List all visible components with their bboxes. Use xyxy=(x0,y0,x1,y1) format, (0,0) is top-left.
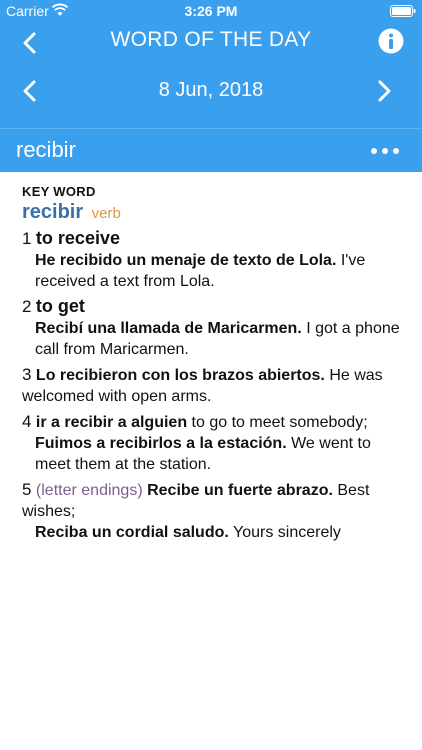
part-of-speech: verb xyxy=(91,205,121,222)
sense-1: 1 to receive He recibido un menaje de te… xyxy=(22,228,402,292)
info-icon[interactable] xyxy=(378,28,404,54)
sense-number: 4 xyxy=(22,412,32,431)
example-spanish: Reciba un cordial saludo. xyxy=(35,524,229,541)
sense-gloss: to get xyxy=(35,296,85,316)
sense-number: 1 xyxy=(22,229,32,248)
navigation-bar: WORD OF THE DAY xyxy=(0,22,422,62)
word-title: recibir xyxy=(16,137,76,162)
example-english: Yours sincerely xyxy=(232,524,341,541)
usage-note: (letter endings) xyxy=(35,482,143,499)
word-bar: recibir xyxy=(0,128,422,172)
status-bar: Carrier 3:26 PM xyxy=(0,0,422,22)
back-chevron-icon[interactable] xyxy=(20,32,40,54)
example: Recibí una llamada de Maricarmen. I got … xyxy=(22,318,402,360)
example-spanish: Fuimos a recibirlos a la estación. xyxy=(35,435,287,452)
sense-number: 5 xyxy=(22,480,32,499)
example: Reciba un cordial saludo. Yours sincerel… xyxy=(22,522,402,543)
battery-icon xyxy=(390,5,416,17)
example: Fuimos a recibirlos a la estación. We we… xyxy=(22,433,402,475)
page-title: WORD OF THE DAY xyxy=(110,28,312,51)
sense-gloss: to receive xyxy=(35,228,120,248)
date-label: 8 Jun, 2018 xyxy=(158,79,264,101)
example: He recibido un menaje de texto de Lola. … xyxy=(22,250,402,292)
next-day-chevron-icon[interactable] xyxy=(374,80,394,102)
more-options-icon[interactable] xyxy=(370,147,400,155)
sense-number: 3 xyxy=(22,365,32,384)
sense-2: 2 to get Recibí una llamada de Maricarme… xyxy=(22,296,402,360)
sense-number: 2 xyxy=(22,297,32,316)
keyword-label: KEY WORD xyxy=(22,184,96,199)
status-time: 3:26 PM xyxy=(184,3,238,19)
date-selector: 8 Jun, 2018 xyxy=(0,72,422,112)
headword: recibir xyxy=(22,201,84,223)
headword-row: recibir verb xyxy=(22,201,402,224)
sense-4: 4 ir a recibir a alguien to go to meet s… xyxy=(22,411,402,475)
previous-day-chevron-icon[interactable] xyxy=(20,80,40,102)
example-spanish: Lo recibieron con los brazos abiertos. xyxy=(35,367,325,384)
example-spanish: Recibí una llamada de Maricarmen. xyxy=(35,320,302,337)
entry-content: KEY WORD recibir verb 1 to receive He re… xyxy=(22,184,402,543)
phrase-english: to go to meet somebody; xyxy=(191,414,368,431)
sense-3: 3 Lo recibieron con los brazos abiertos.… xyxy=(22,364,402,407)
example-spanish: He recibido un menaje de texto de Lola. xyxy=(35,252,337,269)
header: Carrier 3:26 PM WORD OF THE DAY 8 Jun, 2… xyxy=(0,0,422,172)
example-spanish: Recibe un fuerte abrazo. xyxy=(147,482,333,499)
phrase-spanish: ir a recibir a alguien xyxy=(35,414,188,431)
sense-5: 5 (letter endings) Recibe un fuerte abra… xyxy=(22,479,402,543)
